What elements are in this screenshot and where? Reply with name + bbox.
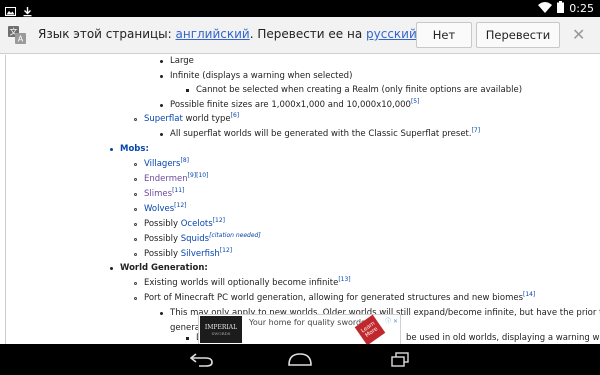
reference-link[interactable]: [12] [220,247,232,254]
list-item-text: Existing worlds will optionally become i… [144,278,339,288]
bullet [160,312,163,315]
bullet [134,223,137,226]
list-item-text: Cannot be selected when creating a Realm… [196,85,523,95]
ad-tagline: Your home for quality swords! [249,318,369,327]
bullet [134,253,137,256]
svg-text:A: A [18,35,24,44]
translate-button[interactable]: Перевести [476,22,560,48]
reference-link[interactable]: [13] [338,276,350,283]
wolves-link[interactable]: Wolves [144,204,174,214]
list-item-text: Port of Minecraft PC world generation, a… [144,293,524,303]
reference-link[interactable]: [5] [411,98,420,105]
ocelots-link[interactable]: Ocelots [181,219,213,229]
squids-link[interactable]: Squids [181,234,209,244]
villagers-link[interactable]: Villagers [144,159,180,169]
list-item: Possible finite sizes are 1,000x1,000 an… [170,98,420,111]
ad-brand-sub: SWORDS [211,330,231,336]
list-item: Slimes[11] [144,187,184,200]
list-item: Possibly Squids[citation needed] [144,232,261,245]
source-language-link[interactable]: английский [176,27,250,41]
ad-brand: IMPERIAL [204,323,238,331]
bullet [160,104,163,107]
status-time: 0:25 [569,2,594,15]
bullet [160,75,163,78]
list-item-text: Possibly [144,249,181,259]
list-item-text: Possibly [144,234,181,244]
bullet [160,60,163,63]
list-item: Superflat world type[6] [144,112,240,125]
slimes-link[interactable]: Slimes [144,189,172,199]
navigation-bar [0,344,600,375]
back-icon[interactable] [189,352,214,371]
bullet [134,118,137,121]
worldgen-heading: World Generation: [120,263,208,273]
wifi-icon [538,1,553,16]
bullet [134,193,137,196]
ad-banner[interactable]: IMPERIAL SWORDS Your home for quality sw… [198,314,401,346]
bullet [186,337,189,340]
content-border [5,55,6,344]
translate-bar: 文 A Язык этой страницы: английский. Пере… [0,17,600,54]
list-item-text: world type [182,114,231,124]
article-content: Large Infinite (displays a warning when … [0,55,600,344]
bullet [134,163,137,166]
translate-message: Язык этой страницы: английский. Перевест… [38,27,423,41]
reference-link[interactable]: [12] [213,217,225,224]
bullet [160,133,163,136]
list-item-text: Possible finite sizes are 1,000x1,000 an… [170,100,411,110]
list-item: All superflat worlds will be generated w… [170,127,481,140]
translate-icon: 文 A [8,26,26,44]
list-item: Possibly Silverfish[12] [144,247,232,260]
list-item-text: Large [170,56,194,66]
bullet [134,178,137,181]
ad-info-icon[interactable]: ⓘ ✕ [385,316,398,325]
bullet [110,267,113,270]
list-item: Possibly Ocelots[12] [144,217,225,230]
mobs-heading: Mobs: [120,144,149,154]
reference-link[interactable]: [14] [523,291,535,298]
reference-link[interactable]: [6] [231,112,240,119]
list-item: Cannot be selected when creating a Realm… [196,85,522,96]
list-item: Port of Minecraft PC world generation, a… [144,291,535,304]
reference-link[interactable]: [8] [180,157,189,164]
list-item: Endermen[9][10] [144,172,209,185]
status-bar: 0:25 [0,0,600,17]
no-button[interactable]: Нет [416,22,472,48]
list-item: Villagers[8] [144,157,189,170]
list-item-text: Possibly [144,219,181,229]
list-item: be used in old worlds, displaying a warn… [406,333,600,344]
recents-icon[interactable] [391,352,409,371]
bullet [134,238,137,241]
bullet [134,282,137,285]
list-item-text: be used in old worlds, displaying a warn… [406,333,600,343]
endermen-link[interactable]: Endermen [144,174,188,184]
bullet [110,148,113,151]
translate-middle: . Перевести ее на [249,27,367,41]
reference-link[interactable]: [7] [472,127,481,134]
section-heading: Mobs: [120,144,149,155]
reference-link[interactable]: [9][10] [188,172,209,179]
list-item: Wolves[12] [144,202,187,215]
translate-prefix: Язык этой страницы: [38,27,176,41]
bullet [186,89,189,92]
close-icon[interactable]: ✕ [572,25,585,44]
home-icon[interactable] [287,352,313,371]
citation-needed-link[interactable]: [citation needed] [209,232,261,239]
list-item: Large [170,56,194,67]
battery-icon [557,1,565,16]
ad-logo: IMPERIAL SWORDS [200,316,242,343]
section-heading: World Generation: [120,263,208,274]
superflat-link[interactable]: Superflat [144,114,183,124]
bullet [134,208,137,211]
reference-link[interactable]: [11] [172,187,184,194]
list-item-text: Infinite (displays a warning when select… [170,71,353,81]
reference-link[interactable]: [12] [174,202,186,209]
target-language-link[interactable]: русский [366,27,417,41]
silverfish-link[interactable]: Silverfish [181,249,220,259]
bullet [134,297,137,300]
list-item-text: All superflat worlds will be generated w… [170,129,472,139]
list-item: Infinite (displays a warning when select… [170,71,352,82]
list-item: Existing worlds will optionally become i… [144,276,351,289]
